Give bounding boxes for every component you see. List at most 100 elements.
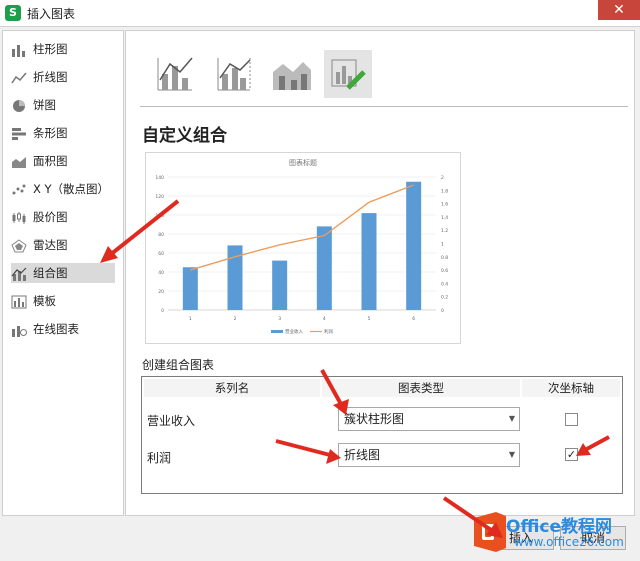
watermark: Office教程网 www.office26.com bbox=[466, 508, 636, 558]
legend-swatch-revenue bbox=[271, 330, 283, 333]
dropdown-arrow-icon: ▼ bbox=[508, 414, 515, 423]
y-tick-label: 140 bbox=[155, 175, 164, 181]
sidebar-item-pie[interactable]: 饼图 bbox=[11, 95, 111, 115]
sidebar-item-stock[interactable]: 股价图 bbox=[11, 207, 111, 227]
sidebar-item-label: X Y（散点图） bbox=[33, 182, 110, 196]
sidebar-item-column[interactable]: 柱形图 bbox=[11, 39, 111, 59]
stock-chart-icon bbox=[12, 211, 26, 224]
x-tick-label: 4 bbox=[323, 316, 326, 322]
series-table: 系列名 图表类型 次坐标轴 营业收入 簇状柱形图 ▼ 利润 折线图 ▼ ✓ bbox=[141, 376, 623, 494]
header-secondary-axis: 次坐标轴 bbox=[522, 379, 620, 397]
y-tick-label: 40 bbox=[158, 270, 164, 276]
y-tick-label: 60 bbox=[158, 251, 164, 257]
combo-table-title: 创建组合图表 bbox=[142, 358, 215, 372]
sidebar-item-label: 折线图 bbox=[33, 70, 68, 84]
sidebar-item-online[interactable]: 在线图表 bbox=[11, 319, 111, 339]
sidebar-item-area[interactable]: 面积图 bbox=[11, 151, 111, 171]
line-profit bbox=[190, 184, 414, 271]
sidebar-item-line[interactable]: 折线图 bbox=[11, 67, 111, 87]
y2-tick-label: 0.6 bbox=[441, 268, 448, 274]
sidebar-item-label: 雷达图 bbox=[33, 238, 68, 252]
secondary-axis-checkbox-revenue[interactable] bbox=[565, 413, 578, 426]
chart-type-select-revenue[interactable]: 簇状柱形图 ▼ bbox=[338, 407, 520, 431]
chart-title: 图表标题 bbox=[289, 158, 317, 167]
header-series-name: 系列名 bbox=[144, 379, 320, 397]
column-chart-icon bbox=[12, 44, 25, 57]
sidebar-item-label: 组合图 bbox=[33, 266, 68, 280]
bar-revenue bbox=[406, 181, 422, 310]
series-name-profit: 利润 bbox=[147, 451, 172, 465]
pie-chart-icon bbox=[13, 99, 25, 112]
combo-chart: 图表标题 0 20 40 60 80 100 120 140 0 0.2 0.4 0.6 0.8 1 1.2… bbox=[155, 158, 448, 335]
combo-subtype-3[interactable] bbox=[267, 50, 315, 98]
y2-tick-label: 1 bbox=[441, 242, 444, 248]
combo-bar-line-thumb-icon bbox=[157, 57, 193, 91]
y-tick-label: 80 bbox=[158, 232, 164, 238]
sidebar-item-bar[interactable]: 条形图 bbox=[11, 123, 111, 143]
watermark-url: www.office26.com bbox=[514, 535, 624, 549]
custom-combo-thumb-icon bbox=[331, 59, 366, 90]
close-button[interactable]: ✕ bbox=[598, 0, 640, 20]
sidebar-item-label: 在线图表 bbox=[33, 322, 79, 336]
y-tick-label: 20 bbox=[158, 289, 164, 295]
combo-subtype-custom[interactable] bbox=[324, 50, 372, 98]
legend-label-revenue: 营业收入 bbox=[285, 328, 303, 335]
sidebar-item-label: 饼图 bbox=[33, 98, 56, 112]
chart-type-value: 折线图 bbox=[344, 448, 381, 462]
header-chart-type: 图表类型 bbox=[322, 379, 520, 397]
y2-tick-label: 0.2 bbox=[441, 295, 448, 301]
y2-tick-label: 1.6 bbox=[441, 202, 448, 208]
sidebar-item-template[interactable]: 模板 bbox=[11, 291, 111, 311]
online-chart-icon bbox=[12, 325, 27, 337]
dropdown-arrow-icon: ▼ bbox=[508, 450, 515, 459]
y-tick-label: 120 bbox=[155, 194, 164, 200]
scatter-chart-icon bbox=[12, 184, 26, 194]
x-tick-label: 1 bbox=[189, 316, 192, 322]
sidebar-item-label: 条形图 bbox=[33, 126, 68, 140]
y-tick-label: 0 bbox=[161, 308, 164, 314]
combo-subtype-2[interactable] bbox=[210, 50, 258, 98]
line-chart-icon bbox=[11, 72, 27, 83]
chart-type-select-profit[interactable]: 折线图 ▼ bbox=[338, 443, 520, 467]
bar-revenue bbox=[361, 213, 377, 310]
y2-tick-label: 0.4 bbox=[441, 281, 448, 287]
title-bar: S 插入图表 ✕ bbox=[0, 0, 640, 27]
chart-preview: 图表标题 0 20 40 60 80 100 120 140 0 0.2 0.4 0.6 0.8 1 1.2… bbox=[145, 152, 461, 344]
bar-revenue bbox=[316, 226, 332, 310]
section-title: 自定义组合 bbox=[142, 126, 227, 146]
combo-chart-icon bbox=[11, 267, 27, 281]
app-logo-icon: S bbox=[5, 5, 21, 21]
x-tick-label: 6 bbox=[412, 316, 415, 322]
watermark-brand: Office教程网 bbox=[506, 517, 613, 537]
x-tick-label: 2 bbox=[234, 316, 237, 322]
chart-type-value: 簇状柱形图 bbox=[344, 412, 405, 426]
gallery-separator bbox=[140, 106, 628, 107]
x-tick-label: 5 bbox=[368, 316, 371, 322]
y2-tick-label: 1.8 bbox=[441, 188, 448, 194]
combo-subtype-1[interactable] bbox=[150, 50, 198, 98]
chart-type-sidebar: 柱形图 折线图 饼图 条形图 面积图 X Y（散点图） 股价图 雷达图 组合图 … bbox=[2, 30, 124, 516]
sidebar-item-label: 柱形图 bbox=[33, 42, 68, 56]
y2-tick-label: 0 bbox=[441, 308, 444, 314]
office-logo-icon bbox=[474, 512, 506, 552]
combo-area-bar-thumb-icon bbox=[273, 62, 311, 90]
y-tick-label: 100 bbox=[155, 213, 164, 219]
y2-tick-label: 1.2 bbox=[441, 228, 448, 234]
y2-tick-label: 2 bbox=[441, 175, 444, 181]
sidebar-item-combo[interactable]: 组合图 bbox=[11, 263, 115, 283]
template-icon bbox=[11, 295, 27, 308]
window-title: 插入图表 bbox=[27, 7, 76, 21]
secondary-axis-checkbox-profit[interactable]: ✓ bbox=[565, 448, 578, 461]
checkmark-icon: ✓ bbox=[566, 448, 577, 461]
series-name-revenue: 营业收入 bbox=[147, 414, 196, 428]
y2-tick-label: 0.8 bbox=[441, 255, 448, 261]
radar-chart-icon bbox=[11, 238, 27, 252]
sidebar-item-label: 面积图 bbox=[33, 154, 68, 168]
bar-revenue bbox=[182, 267, 198, 310]
sidebar-item-radar[interactable]: 雷达图 bbox=[11, 235, 111, 255]
bar-chart-icon bbox=[12, 127, 26, 140]
bar-revenue bbox=[272, 260, 288, 310]
sidebar-item-scatter[interactable]: X Y（散点图） bbox=[11, 179, 111, 199]
x-tick-label: 3 bbox=[278, 316, 281, 322]
combo-bar-line-secondary-thumb-icon bbox=[217, 58, 251, 91]
